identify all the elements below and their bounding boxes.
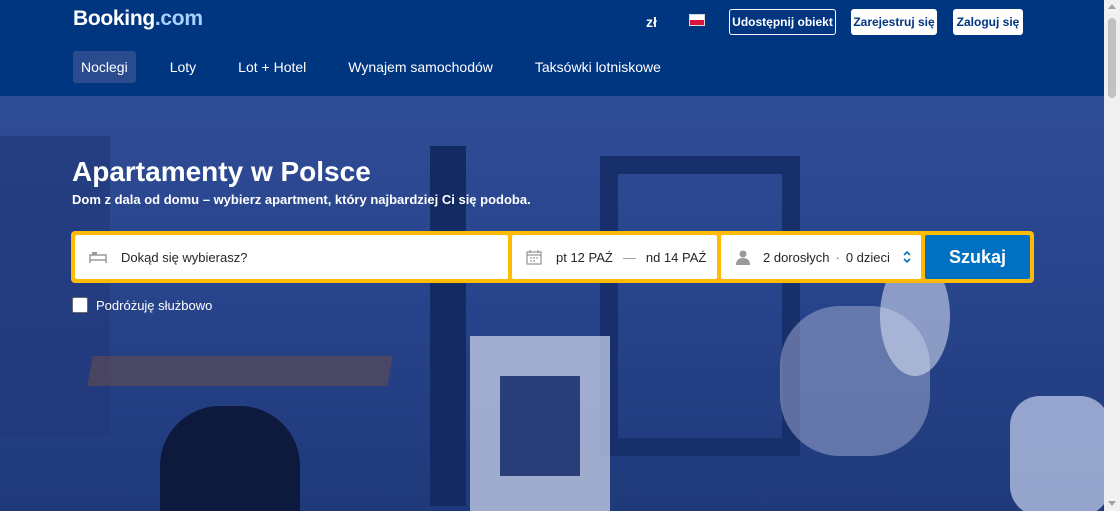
scroll-down-arrow-icon[interactable] — [1108, 501, 1116, 506]
list-property-button[interactable]: Udostępnij obiekt — [729, 9, 836, 35]
checkout-date[interactable]: nd 14 PAŹ — [646, 250, 706, 265]
guest-separator: · — [835, 249, 840, 265]
guests-field[interactable]: 2 dorosłych · 0 dzieci — [721, 235, 921, 279]
main-nav: Noclegi Loty Lot + Hotel Wynajem samocho… — [73, 51, 695, 83]
logo-suffix: .com — [154, 7, 203, 30]
business-trip-checkbox[interactable] — [72, 297, 88, 313]
checkin-date[interactable]: pt 12 PAŹ — [556, 250, 613, 265]
register-button[interactable]: Zarejestruj się — [851, 9, 937, 35]
nav-item-stays[interactable]: Noclegi — [73, 51, 136, 83]
language-flag-icon[interactable] — [689, 14, 705, 26]
page-subtitle: Dom z dala od domu – wybierz apartment, … — [72, 192, 531, 207]
nav-item-car-rental[interactable]: Wynajem samochodów — [340, 51, 501, 83]
nav-item-airport-taxis[interactable]: Taksówki lotniskowe — [527, 51, 669, 83]
search-box: Dokąd się wybierasz? pt 12 PAŹ — nd 14 P… — [71, 231, 1034, 283]
header: Booking.com zł Udostępnij obiekt Zarejes… — [0, 0, 1104, 96]
children-count: 0 dzieci — [845, 249, 890, 265]
scroll-up-arrow-icon[interactable] — [1108, 4, 1116, 9]
logo-main: Booking — [73, 7, 155, 30]
search-button[interactable]: Szukaj — [925, 235, 1030, 279]
person-icon — [735, 249, 751, 265]
destination-input[interactable]: Dokąd się wybierasz? — [121, 250, 247, 265]
destination-field[interactable]: Dokąd się wybierasz? — [75, 235, 508, 279]
business-trip-option[interactable]: Podróżuję służbowo — [72, 297, 212, 313]
login-button[interactable]: Zaloguj się — [953, 9, 1023, 35]
scrollbar-thumb[interactable] — [1108, 18, 1116, 98]
nav-item-flights[interactable]: Loty — [162, 51, 204, 83]
bed-icon — [89, 250, 107, 264]
booking-logo[interactable]: Booking.com — [73, 7, 203, 31]
currency-selector[interactable]: zł — [646, 14, 657, 30]
page-title: Apartamenty w Polsce — [72, 156, 371, 187]
adults-count: 2 dorosłych — [763, 249, 830, 265]
nav-item-flight-hotel[interactable]: Lot + Hotel — [230, 51, 314, 83]
calendar-icon — [526, 249, 542, 265]
date-separator: — — [622, 249, 636, 265]
dates-field[interactable]: pt 12 PAŹ — nd 14 PAŹ — [512, 235, 717, 279]
business-trip-label: Podróżuję służbowo — [96, 297, 213, 313]
page-scrollbar[interactable] — [1104, 0, 1120, 511]
chevron-updown-icon[interactable] — [902, 250, 912, 264]
